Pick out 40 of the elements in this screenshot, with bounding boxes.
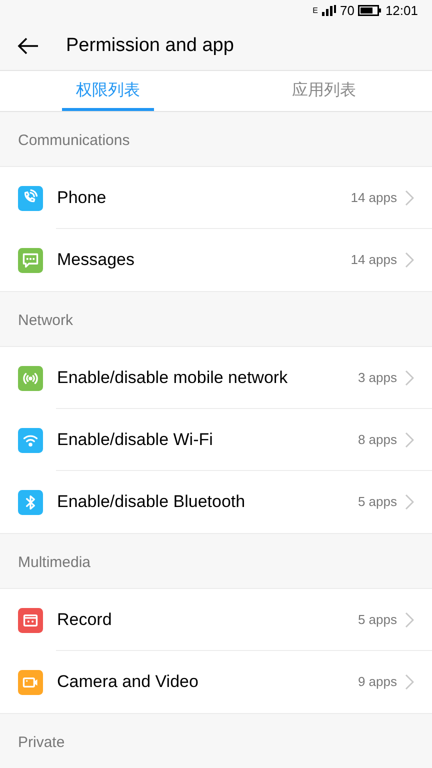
permission-label: Enable/disable Wi-Fi xyxy=(57,429,214,452)
chevron-right-icon xyxy=(405,190,414,206)
permission-row[interactable]: Messages 14 apps xyxy=(0,229,432,291)
permission-row[interactable]: Phone 14 apps xyxy=(0,167,432,229)
chevron-right-icon xyxy=(405,494,414,510)
app-count: 8 apps xyxy=(358,431,397,450)
chevron-right-icon xyxy=(405,612,414,628)
section-header: Network xyxy=(18,310,74,331)
app-count: 14 apps xyxy=(350,189,397,208)
permission-row[interactable]: Camera and Video 9 apps xyxy=(0,651,432,713)
chevron-right-icon xyxy=(405,432,414,448)
permission-label: Messages xyxy=(57,249,136,272)
signal-icon xyxy=(322,5,336,16)
section-header: Private xyxy=(18,732,65,753)
app-count: 9 apps xyxy=(358,673,397,692)
app-count: 5 apps xyxy=(358,493,397,512)
section-header: Communications xyxy=(18,130,130,151)
chevron-right-icon xyxy=(405,370,414,386)
page-title: Permission and app xyxy=(66,34,234,58)
permission-label: Enable/disable Bluetooth xyxy=(57,491,246,514)
app-count: 5 apps xyxy=(358,611,397,630)
back-arrow-icon xyxy=(17,36,39,55)
battery-icon xyxy=(358,5,382,16)
network-type: E xyxy=(312,4,318,17)
permission-label: Enable/disable mobile network xyxy=(57,367,289,390)
app-count: 14 apps xyxy=(350,251,397,270)
permission-row[interactable]: Record 5 apps xyxy=(0,589,432,651)
permission-label: Phone xyxy=(57,187,108,210)
permission-row[interactable]: Enable/disable mobile network 3 apps xyxy=(0,347,432,409)
section-header: Multimedia xyxy=(18,552,91,573)
chevron-right-icon xyxy=(405,252,414,268)
battery-level: 70 xyxy=(340,2,354,20)
clock: 12:01 xyxy=(385,2,418,20)
permission-row[interactable]: Enable/disable Bluetooth 5 apps xyxy=(0,471,432,533)
tab[interactable]: 应用列表 xyxy=(216,71,432,111)
permission-label: Camera and Video xyxy=(57,671,200,694)
app-count: 3 apps xyxy=(358,369,397,388)
chevron-right-icon xyxy=(405,674,414,690)
permission-row[interactable]: Enable/disable Wi-Fi 8 apps xyxy=(0,409,432,471)
permission-label: Record xyxy=(57,609,113,632)
